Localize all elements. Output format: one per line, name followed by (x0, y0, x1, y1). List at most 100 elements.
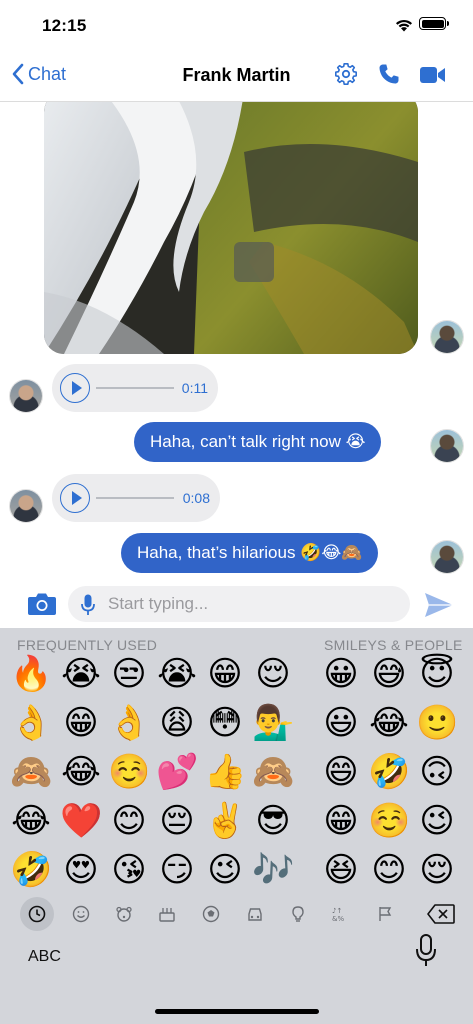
emoji-key[interactable]: 😔 (156, 800, 198, 842)
avatar-me[interactable] (430, 540, 464, 574)
food-icon[interactable] (150, 897, 184, 931)
back-label: Chat (28, 63, 67, 84)
emoji-key[interactable]: 😁 (204, 653, 246, 695)
bulb-icon[interactable] (281, 897, 315, 931)
avatar-frank[interactable] (9, 489, 43, 523)
message-composer (0, 580, 473, 628)
emoji-key[interactable]: 🤣 (10, 849, 52, 891)
emoji-key[interactable]: 😏 (156, 849, 198, 891)
audio-duration: 0:08 (182, 490, 210, 506)
emoji-key[interactable]: 😌 (416, 849, 458, 891)
animal-icon[interactable] (107, 897, 141, 931)
audio-track[interactable] (96, 497, 174, 499)
avatar-frank[interactable] (9, 379, 43, 413)
waterfall-photo (44, 102, 418, 354)
message-input[interactable] (108, 586, 398, 622)
video-call-icon[interactable] (420, 66, 446, 84)
clock-icon[interactable] (20, 897, 54, 931)
emoji-keyboard: FREQUENTLY USED SMILEYS & PEOPLE 🔥 😭 😒 😭 😁 😌 👌… (0, 628, 473, 1024)
emoji-key[interactable]: 😁 (60, 702, 102, 744)
emoji-key[interactable]: 😒 (108, 653, 150, 695)
emoji-key[interactable]: 😅 (368, 653, 410, 695)
emoji-key[interactable]: ❤️ (60, 800, 102, 842)
emoji-key[interactable]: 😩 (156, 702, 198, 744)
emoji-key[interactable]: 😭 (156, 653, 198, 695)
home-indicator (155, 1009, 319, 1014)
svg-text:&%: &% (332, 915, 344, 923)
camera-icon[interactable] (27, 592, 57, 616)
smiley-icon[interactable] (64, 897, 98, 931)
emoji-key[interactable]: 👌 (108, 702, 150, 744)
wifi-icon (396, 19, 412, 32)
nav-bar: Chat Frank Martin (0, 50, 473, 102)
section-frequently-used: FREQUENTLY USED (17, 637, 158, 653)
page-title: Frank Martin (182, 65, 291, 85)
audio-track[interactable] (96, 387, 174, 389)
emoji-key[interactable]: 😳 (204, 702, 246, 744)
outgoing-message[interactable]: Haha, can’t talk right now 😭 (134, 422, 382, 462)
play-icon[interactable] (60, 373, 90, 403)
emoji-key[interactable]: 😉 (204, 849, 246, 891)
play-icon[interactable] (60, 483, 90, 513)
emoji-key[interactable]: ☺️ (368, 800, 410, 842)
emoji-key[interactable]: 🎶 (252, 849, 294, 891)
emoji-key[interactable]: 😊 (108, 800, 150, 842)
category-bar: ♪↑ &% (0, 897, 473, 935)
emoji-key[interactable]: 🙂 (416, 702, 458, 744)
emoji-key[interactable]: 😂 (10, 800, 52, 842)
section-smileys-people: SMILEYS & PEOPLE (324, 637, 463, 653)
emoji-key[interactable]: 😂 (60, 751, 102, 793)
emoji-grid: 🔥 😭 😒 😭 😁 😌 👌 😁 👌 😩 😳 💁‍♂️ 🙈 😂 ☺️ 💕 👍 🙈 😂 ❤️ 😊 😔 ✌️ 😎 🤣 😍 😘 😏 😉 🎶 😀 😅 😇 😃… (10, 653, 473, 893)
emoji-key[interactable]: 😀 (320, 653, 362, 695)
emoji-key[interactable]: 😃 (320, 702, 362, 744)
gear-icon[interactable] (334, 62, 358, 86)
chat-area[interactable]: 0:11 Haha, can’t talk right now 😭 0:08 H… (0, 102, 473, 580)
microphone-icon[interactable] (81, 594, 95, 616)
emoji-key[interactable]: 😘 (108, 849, 150, 891)
emoji-key[interactable]: ☺️ (108, 751, 150, 793)
message-field[interactable] (68, 586, 410, 622)
emoji-key[interactable]: 😌 (252, 653, 294, 695)
emoji-key[interactable]: 😭 (60, 653, 102, 695)
emoji-key[interactable]: 🙈 (10, 751, 52, 793)
phone-icon[interactable] (378, 63, 400, 85)
emoji-key[interactable]: 😉 (416, 800, 458, 842)
ball-icon[interactable] (194, 897, 228, 931)
emoji-key[interactable]: 😁 (320, 800, 362, 842)
send-icon[interactable] (424, 592, 454, 618)
status-time: 12:15 (42, 16, 87, 35)
emoji-key[interactable]: 👌 (10, 702, 52, 744)
abc-key[interactable]: ABC (28, 948, 61, 966)
emoji-key[interactable]: 🙈 (252, 751, 294, 793)
svg-text:♪↑: ♪↑ (332, 907, 342, 915)
photo-message[interactable] (44, 102, 418, 354)
outgoing-message[interactable]: Haha, that’s hilarious 🤣😂🙈 (121, 533, 379, 573)
audio-duration: 0:11 (181, 380, 208, 396)
back-button[interactable]: Chat (12, 63, 66, 85)
status-bar: 12:15 (0, 0, 473, 50)
emoji-key[interactable]: 💕 (156, 751, 198, 793)
flag-icon[interactable] (368, 897, 402, 931)
emoji-key[interactable]: 😆 (320, 849, 362, 891)
emoji-key[interactable]: 😊 (368, 849, 410, 891)
emoji-key[interactable]: 🙃 (416, 751, 458, 793)
avatar-me[interactable] (430, 320, 464, 354)
emoji-key[interactable]: 😂 (368, 702, 410, 744)
emoji-key[interactable]: 🔥 (10, 653, 52, 695)
emoji-key[interactable]: ✌️ (204, 800, 246, 842)
emoji-key[interactable]: 💁‍♂️ (252, 702, 294, 744)
emoji-key[interactable]: 😍 (60, 849, 102, 891)
emoji-key[interactable]: 😇 (416, 653, 458, 695)
delete-icon[interactable] (424, 897, 458, 931)
emoji-key[interactable]: 🤣 (368, 751, 410, 793)
symbols-icon[interactable]: ♪↑ &% (324, 897, 358, 931)
emoji-key[interactable]: 😄 (320, 751, 362, 793)
dictation-microphone-icon[interactable] (415, 934, 437, 968)
avatar-me[interactable] (430, 429, 464, 463)
audio-message[interactable]: 0:11 (52, 364, 218, 412)
audio-message[interactable]: 0:08 (52, 474, 220, 522)
emoji-key[interactable]: 😎 (252, 800, 294, 842)
emoji-key[interactable]: 👍 (204, 751, 246, 793)
battery-icon (419, 17, 449, 30)
car-icon[interactable] (238, 897, 272, 931)
